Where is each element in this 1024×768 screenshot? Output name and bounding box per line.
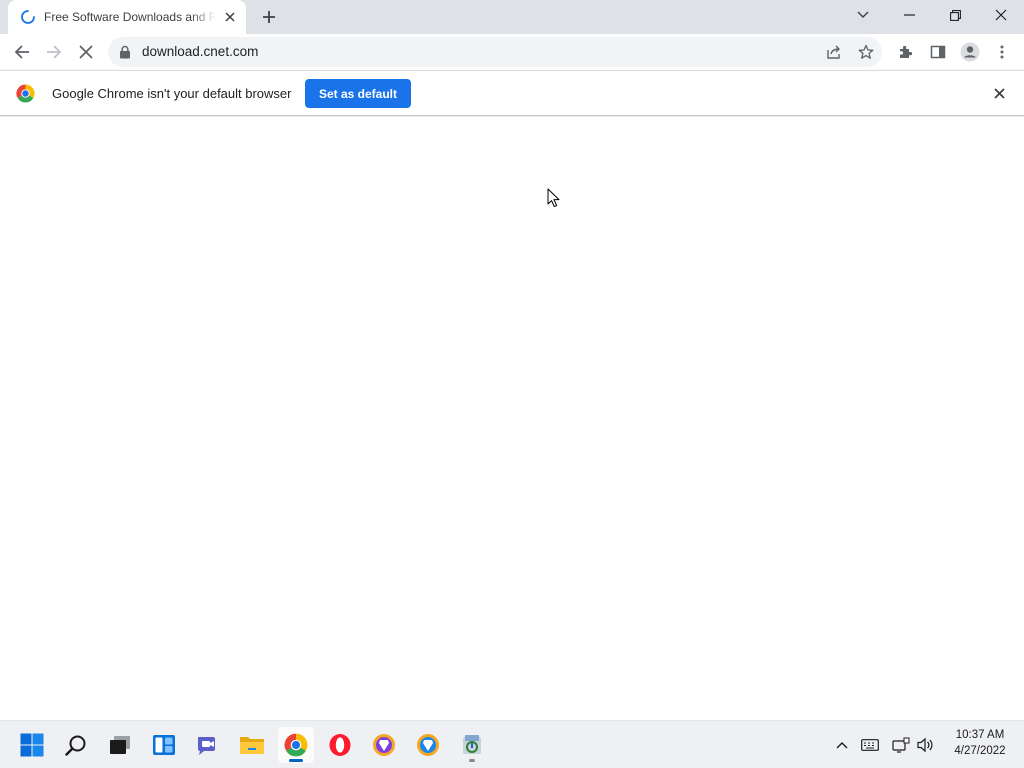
minimize-icon (903, 14, 915, 16)
side-panel-button[interactable] (924, 38, 952, 66)
network-icon (892, 737, 910, 753)
extensions-button[interactable] (892, 38, 920, 66)
task-view-icon (110, 736, 130, 754)
new-tab-button[interactable] (258, 7, 280, 27)
share-icon[interactable] (824, 42, 844, 62)
search-icon (65, 735, 86, 756)
chrome-logo-icon (16, 84, 35, 103)
stop-loading-button[interactable] (72, 38, 100, 66)
task-view-button[interactable] (102, 727, 138, 763)
taskbar-opera-button[interactable] (322, 727, 358, 763)
volume-icon (917, 737, 933, 753)
file-explorer-button[interactable] (234, 727, 270, 763)
forward-arrow-icon (47, 45, 62, 59)
tab-strip: Free Software Downloads and Reviews (0, 0, 1024, 34)
taskbar-installer-button[interactable] (454, 727, 490, 763)
profile-button[interactable] (956, 38, 984, 66)
taskbar-brave-beta-button[interactable] (410, 727, 446, 763)
brave-beta-icon (417, 734, 439, 756)
mouse-cursor-icon (547, 188, 560, 208)
url-text[interactable]: download.cnet.com (142, 37, 258, 67)
clock-time: 10:37 AM (955, 729, 1005, 741)
widgets-button[interactable] (146, 727, 182, 763)
side-panel-icon (930, 45, 946, 59)
bookmark-star-icon[interactable] (856, 42, 876, 62)
loading-spinner-icon (20, 9, 36, 25)
forward-button[interactable] (40, 38, 68, 66)
set-as-default-button[interactable]: Set as default (305, 79, 411, 108)
volume-button[interactable] (915, 734, 937, 756)
start-button[interactable] (14, 727, 50, 763)
widgets-icon (153, 735, 175, 755)
browser-tab[interactable]: Free Software Downloads and Reviews (8, 0, 246, 34)
taskbar-search-button[interactable] (58, 727, 94, 763)
back-button[interactable] (8, 38, 36, 66)
taskbar-clock[interactable]: 10:37 AM 4/27/2022 (944, 727, 1016, 759)
file-explorer-icon (240, 737, 264, 754)
running-app-indicator (469, 759, 475, 762)
close-infobar-icon[interactable] (989, 83, 1009, 103)
keyboard-button[interactable] (859, 734, 881, 756)
active-app-indicator (289, 759, 303, 762)
extensions-puzzle-icon (900, 45, 913, 58)
browser-toolbar: download.cnet.com (0, 34, 1024, 70)
windows-taskbar: 10:37 AM 4/27/2022 (0, 720, 1024, 768)
chat-button[interactable] (190, 727, 226, 763)
infobar-message: Google Chrome isn't your default browser (52, 86, 292, 101)
close-window-button[interactable] (978, 0, 1024, 30)
stop-icon (79, 45, 93, 59)
restore-icon (949, 9, 961, 21)
page-content[interactable] (0, 117, 1024, 720)
show-hidden-icons-button[interactable] (831, 734, 853, 756)
close-tab-icon[interactable] (222, 9, 238, 25)
installer-icon (463, 735, 481, 754)
opera-icon (329, 734, 351, 756)
default-browser-infobar: Google Chrome isn't your default browser… (0, 70, 1024, 116)
clock-date: 4/27/2022 (954, 745, 1006, 757)
plus-icon (263, 11, 275, 23)
menu-button[interactable] (988, 38, 1016, 66)
kebab-menu-icon (1000, 45, 1004, 59)
taskbar-brave-button[interactable] (366, 727, 402, 763)
lock-icon[interactable] (118, 45, 132, 59)
chevron-up-icon (836, 742, 848, 749)
tab-search-button[interactable] (840, 0, 886, 30)
back-arrow-icon (14, 45, 29, 59)
keyboard-icon (861, 739, 879, 751)
windows-start-icon (20, 733, 44, 757)
restore-button[interactable] (932, 0, 978, 30)
network-button[interactable] (890, 734, 912, 756)
tab-title: Free Software Downloads and Reviews (44, 10, 216, 24)
minimize-button[interactable] (886, 0, 932, 30)
close-icon (995, 9, 1007, 21)
brave-icon (373, 734, 395, 756)
taskbar-chrome-button[interactable] (278, 727, 314, 763)
address-bar[interactable]: download.cnet.com (108, 37, 882, 67)
chrome-icon (284, 733, 308, 757)
chat-icon (198, 737, 215, 755)
profile-avatar-icon (960, 42, 980, 62)
chevron-down-icon (857, 11, 869, 18)
